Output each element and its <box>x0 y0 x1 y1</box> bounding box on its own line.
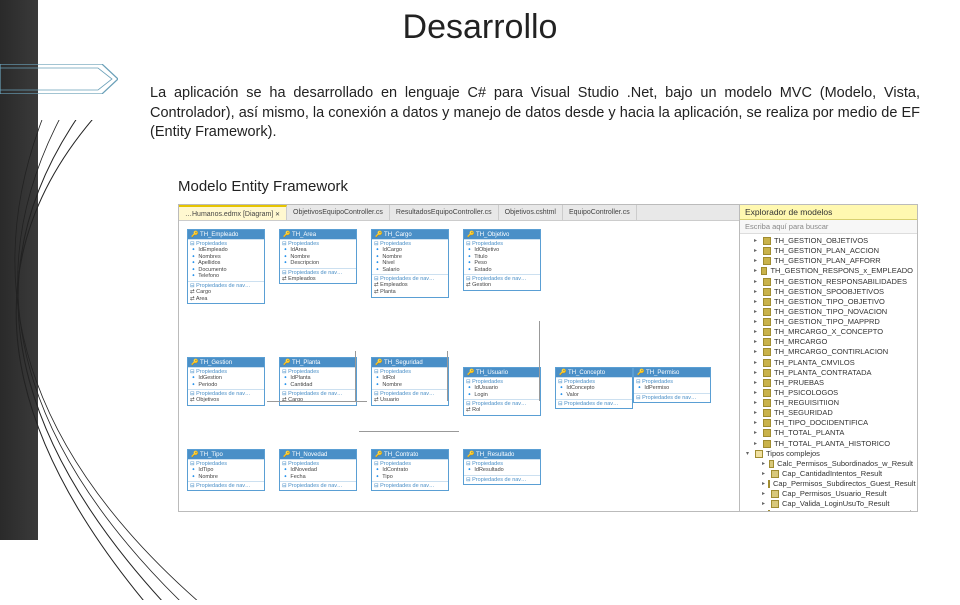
tree-item[interactable]: ▸TH_PRUEBAS <box>740 378 917 388</box>
tree-item[interactable]: ▸TH_GESTION_RESPONSABILIDADES <box>740 277 917 287</box>
tree-item[interactable]: ▸TH_PLANTA_CONTRATADA <box>740 368 917 378</box>
arrow-decoration <box>0 64 118 94</box>
entity-header: 🔑 TH_Usuario <box>464 368 540 377</box>
tree-item[interactable]: ▸TH_GESTION_TIPO_MAPPRD <box>740 317 917 327</box>
tree-subitem[interactable]: ▸Cap_CantidadIntentos_Result <box>740 469 917 479</box>
tree-subitem[interactable]: ▸Cap_Valida_LoginUsuTo_Result <box>740 499 917 509</box>
entity-header: 🔑 TH_Novedad <box>280 450 356 459</box>
entity-box[interactable]: 🔑 TH_Permiso⊟ Propiedades🔹 IdPermiso⊟ Pr… <box>633 367 711 403</box>
tree-item[interactable]: ▸TH_MRCARGO_CONTIRLACION <box>740 347 917 357</box>
tree-subitem[interactable]: ▸Calc_Permisos_Subordinados_w_Result <box>740 459 917 469</box>
editor-tab[interactable]: ObjetivosEquipoController.cs <box>287 205 390 220</box>
tree-subitem[interactable]: ▸TH_AREASCARGOSCARGADOS_Result <box>740 509 917 511</box>
subheading: Modelo Entity Framework <box>178 178 348 195</box>
tree-item[interactable]: ▸TH_PSICOLOGOS <box>740 388 917 398</box>
entity-header: 🔑 TH_Seguridad <box>372 358 448 367</box>
tree-item[interactable]: ▸TH_TOTAL_PLANTA <box>740 428 917 438</box>
tree-item[interactable]: ▸TH_REGUISITIION <box>740 398 917 408</box>
entity-header: 🔑 TH_Concepto <box>556 368 632 377</box>
entity-box[interactable]: 🔑 TH_Novedad⊟ Propiedades🔹 IdNovedad🔹 Fe… <box>279 449 357 491</box>
tree-subitem[interactable]: ▸Cap_Permisos_Usuario_Result <box>740 489 917 499</box>
entity-box[interactable]: 🔑 TH_Seguridad⊟ Propiedades🔹 IdRol🔹 Nomb… <box>371 357 449 406</box>
entity-header: 🔑 TH_Area <box>280 230 356 239</box>
entity-header: 🔑 TH_Gestion <box>188 358 264 367</box>
explorer-title: Explorador de modelos <box>740 205 917 220</box>
entity-box[interactable]: 🔑 TH_Cargo⊟ Propiedades🔹 IdCargo🔹 Nombre… <box>371 229 449 298</box>
entity-header: 🔑 TH_Contrato <box>372 450 448 459</box>
editor-tab[interactable]: ResultadosEquipoController.cs <box>390 205 499 220</box>
explorer-tree: ▸TH_GESTION_OBJETIVOS▸TH_GESTION_PLAN_AC… <box>740 234 917 511</box>
editor-tab[interactable]: EquipoController.cs <box>563 205 637 220</box>
tree-item[interactable]: ▸TH_GESTION_PLAN_ACCION <box>740 246 917 256</box>
entity-box[interactable]: 🔑 TH_Tipo⊟ Propiedades🔹 IdTipo🔹 Nombre⊟ … <box>187 449 265 491</box>
entity-header: 🔑 TH_Objetivo <box>464 230 540 239</box>
editor-tab[interactable]: …Humanos.edmx [Diagram] ✕ <box>179 205 287 220</box>
entity-box[interactable]: 🔑 TH_Empleado⊟ Propiedades🔹 IdEmpleado🔹 … <box>187 229 265 304</box>
entity-box[interactable]: 🔑 TH_Usuario⊟ Propiedades🔹 IdUsuario🔹 Lo… <box>463 367 541 416</box>
tab-strip: …Humanos.edmx [Diagram] ✕ObjetivosEquipo… <box>179 205 739 221</box>
vs-screenshot: …Humanos.edmx [Diagram] ✕ObjetivosEquipo… <box>178 204 918 512</box>
tree-item[interactable]: ▸TH_GESTION_TIPO_OBJETIVO <box>740 297 917 307</box>
entity-box[interactable]: 🔑 TH_Planta⊟ Propiedades🔹 IdPlanta🔹 Cant… <box>279 357 357 406</box>
body-paragraph: La aplicación se ha desarrollado en leng… <box>150 84 920 143</box>
tree-item[interactable]: ▸TH_GESTION_TIPO_NOVACION <box>740 307 917 317</box>
entity-header: 🔑 TH_Resultado <box>464 450 540 459</box>
explorer-search[interactable]: Escriba aquí para buscar <box>740 220 917 234</box>
tree-item[interactable]: ▸TH_TOTAL_PLANTA_HISTORICO <box>740 439 917 449</box>
entity-header: 🔑 TH_Cargo <box>372 230 448 239</box>
entity-box[interactable]: 🔑 TH_Area⊟ Propiedades🔹 IdArea🔹 Nombre🔹 … <box>279 229 357 284</box>
entity-header: 🔑 TH_Permiso <box>634 368 710 377</box>
entity-header: 🔑 TH_Planta <box>280 358 356 367</box>
tree-item[interactable]: ▸TH_GESTION_PLAN_AFFORR <box>740 256 917 266</box>
tree-item[interactable]: ▸TH_GESTION_RESPONS_x_EMPLEADO <box>740 266 917 276</box>
entity-header: 🔑 TH_Tipo <box>188 450 264 459</box>
entity-box[interactable]: 🔑 TH_Contrato⊟ Propiedades🔹 IdContrato🔹 … <box>371 449 449 491</box>
tree-item[interactable]: ▸TH_GESTION_OBJETIVOS <box>740 236 917 246</box>
entity-box[interactable]: 🔑 TH_Concepto⊟ Propiedades🔹 IdConcepto🔹 … <box>555 367 633 409</box>
entity-box[interactable]: 🔑 TH_Resultado⊟ Propiedades🔹 IdResultado… <box>463 449 541 485</box>
diagram-pane: …Humanos.edmx [Diagram] ✕ObjetivosEquipo… <box>179 205 739 511</box>
editor-tab[interactable]: Objetivos.cshtml <box>499 205 563 220</box>
entity-header: 🔑 TH_Empleado <box>188 230 264 239</box>
tree-folder[interactable]: ▾Tipos complejos <box>740 449 917 459</box>
tree-item[interactable]: ▸TH_GESTION_SPOOBJETIVOS <box>740 287 917 297</box>
entity-box[interactable]: 🔑 TH_Objetivo⊟ Propiedades🔹 IdObjetivo🔹 … <box>463 229 541 291</box>
tree-item[interactable]: ▸TH_PLANTA_CMVILOS <box>740 358 917 368</box>
entity-box[interactable]: 🔑 TH_Gestion⊟ Propiedades🔹 IdGestion🔹 Pe… <box>187 357 265 406</box>
tree-item[interactable]: ▸TH_SEGURIDAD <box>740 408 917 418</box>
slide-title: Desarrollo <box>0 8 960 47</box>
tree-item[interactable]: ▸TH_MRCARGO_X_CONCEPTO <box>740 327 917 337</box>
diagram-canvas[interactable]: 🔑 TH_Empleado⊟ Propiedades🔹 IdEmpleado🔹 … <box>179 221 739 511</box>
tree-subitem[interactable]: ▸Cap_Permisos_Subdirectos_Guest_Result <box>740 479 917 489</box>
tree-item[interactable]: ▸TH_TIPO_DOCIDENTIFICA <box>740 418 917 428</box>
model-explorer: Explorador de modelos Escriba aquí para … <box>739 205 917 511</box>
tree-item[interactable]: ▸TH_MRCARGO <box>740 337 917 347</box>
